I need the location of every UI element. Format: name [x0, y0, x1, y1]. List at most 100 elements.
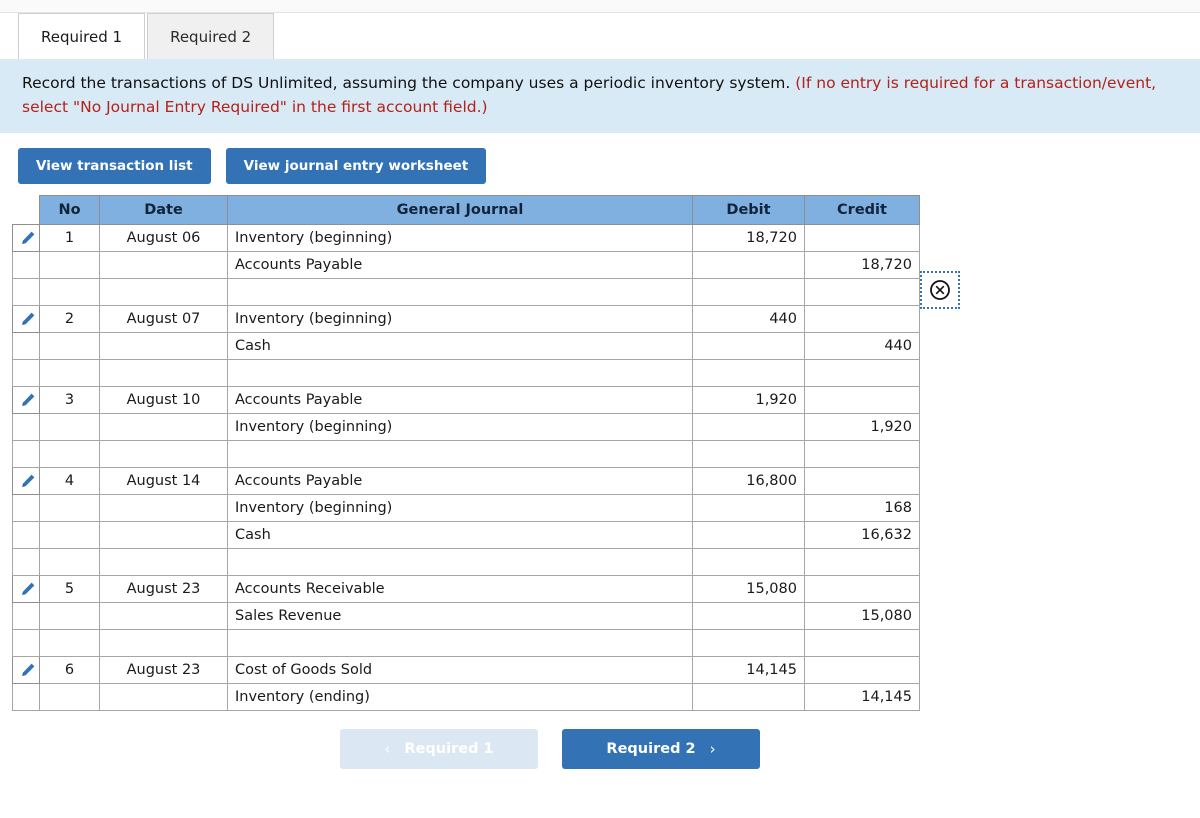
- cell-date: [99, 629, 228, 658]
- cell-no: [39, 278, 100, 307]
- view-journal-entry-worksheet-button[interactable]: View journal entry worksheet: [225, 148, 487, 185]
- cell-account: Inventory (beginning): [227, 494, 693, 523]
- pencil-glyph: [22, 231, 35, 245]
- cell-debit: [692, 683, 805, 712]
- table-spacer-row: [12, 359, 920, 388]
- cell-account: Accounts Payable: [227, 386, 693, 415]
- table-row: Inventory (ending) 14,145: [12, 683, 920, 712]
- cell-credit: [804, 467, 920, 496]
- cell-debit: [692, 521, 805, 550]
- table-row: Sales Revenue 15,080: [12, 602, 920, 631]
- cell-no: [39, 683, 100, 712]
- edit-entry-pencil-icon[interactable]: [12, 305, 40, 334]
- edit-entry-pencil-icon[interactable]: [12, 656, 40, 685]
- view-transaction-list-button[interactable]: View transaction list: [18, 148, 211, 185]
- edit-entry-pencil-icon[interactable]: [12, 386, 40, 415]
- cell-credit: [804, 278, 920, 307]
- instruction-banner: Record the transactions of DS Unlimited,…: [0, 59, 1200, 134]
- cell-credit: [804, 359, 920, 388]
- edit-cell-empty: [12, 683, 40, 712]
- table-spacer-row: [12, 548, 920, 577]
- journal-table-body: 1 August 06 Inventory (beginning) 18,720 Acc…: [12, 224, 920, 712]
- column-header-credit: Credit: [804, 195, 920, 226]
- journal-table-container: No Date General Journal Debit Credit 1 Au…: [0, 195, 1200, 712]
- cell-credit: [804, 656, 920, 685]
- tab-required-2[interactable]: Required 2: [147, 13, 275, 59]
- cell-debit: [692, 332, 805, 361]
- cell-no: [39, 494, 100, 523]
- edit-cell-empty: [12, 548, 40, 577]
- edit-cell-empty: [12, 494, 40, 523]
- cell-no: [39, 251, 100, 280]
- table-spacer-row: [12, 629, 920, 658]
- previous-required-1-button[interactable]: ‹ Required 1: [340, 729, 538, 770]
- cell-account: Inventory (beginning): [227, 224, 693, 253]
- column-header-no: No: [39, 195, 100, 226]
- tab-required-1[interactable]: Required 1: [18, 13, 146, 59]
- chevron-left-icon: ‹: [384, 740, 391, 759]
- general-journal-table: No Date General Journal Debit Credit 1 Au…: [12, 195, 920, 712]
- cell-account: Cash: [227, 521, 693, 550]
- edit-entry-pencil-icon[interactable]: [12, 575, 40, 604]
- circle-x-icon[interactable]: [920, 271, 960, 310]
- cell-credit: [804, 386, 920, 415]
- cell-debit: [692, 602, 805, 631]
- tab-required-1-label: Required 1: [41, 27, 123, 46]
- window-top-strip: [0, 0, 1200, 13]
- table-header-row: No Date General Journal Debit Credit: [13, 195, 920, 226]
- cell-account: Cost of Goods Sold: [227, 656, 693, 685]
- next-button-label: Required 2: [606, 741, 696, 758]
- edit-column-header: [13, 196, 40, 225]
- tab-bar: Required 1 Required 2: [0, 13, 1200, 59]
- pencil-glyph: [22, 663, 35, 677]
- table-row: 2 August 07 Inventory (beginning) 440: [12, 305, 920, 334]
- cell-debit: 440: [692, 305, 805, 334]
- cell-credit: 14,145: [804, 683, 920, 712]
- cell-debit: 14,145: [692, 656, 805, 685]
- edit-cell-empty: [12, 629, 40, 658]
- table-row: 6 August 23 Cost of Goods Sold 14,145: [12, 656, 920, 685]
- edit-entry-pencil-icon[interactable]: [12, 467, 40, 496]
- cell-account: [227, 440, 693, 469]
- cell-date: August 07: [99, 305, 228, 334]
- table-row: Cash 16,632: [12, 521, 920, 550]
- cell-debit: [692, 548, 805, 577]
- cell-account: Accounts Payable: [227, 251, 693, 280]
- edit-entry-pencil-icon[interactable]: [12, 224, 40, 253]
- cell-credit: [804, 224, 920, 253]
- cell-account: Accounts Payable: [227, 467, 693, 496]
- table-row: 1 August 06 Inventory (beginning) 18,720: [12, 224, 920, 253]
- cell-date: [99, 521, 228, 550]
- cell-account: Inventory (beginning): [227, 305, 693, 334]
- cell-debit: [692, 494, 805, 523]
- cell-date: [99, 548, 228, 577]
- cell-date: [99, 359, 228, 388]
- table-spacer-row: [12, 278, 920, 307]
- cell-no: [39, 359, 100, 388]
- cell-date: [99, 251, 228, 280]
- edit-cell-empty: [12, 251, 40, 280]
- table-row: Cash 440: [12, 332, 920, 361]
- cell-debit: [692, 440, 805, 469]
- edit-cell-empty: [12, 359, 40, 388]
- next-required-2-button[interactable]: Required 2 ›: [562, 729, 760, 770]
- edit-cell-empty: [12, 413, 40, 442]
- cell-credit: 168: [804, 494, 920, 523]
- cell-account: [227, 278, 693, 307]
- cell-no: 1: [39, 224, 100, 253]
- column-header-journal: General Journal: [227, 195, 693, 226]
- cell-date: [99, 278, 228, 307]
- cell-no: [39, 440, 100, 469]
- cell-account: Cash: [227, 332, 693, 361]
- cell-credit: [804, 575, 920, 604]
- previous-button-label: Required 1: [404, 741, 494, 758]
- cell-date: August 10: [99, 386, 228, 415]
- cell-debit: [692, 413, 805, 442]
- cell-account: Accounts Receivable: [227, 575, 693, 604]
- cell-debit: [692, 278, 805, 307]
- pencil-glyph: [22, 393, 35, 407]
- cell-credit: 16,632: [804, 521, 920, 550]
- cell-no: [39, 521, 100, 550]
- cell-date: August 23: [99, 656, 228, 685]
- cell-debit: [692, 359, 805, 388]
